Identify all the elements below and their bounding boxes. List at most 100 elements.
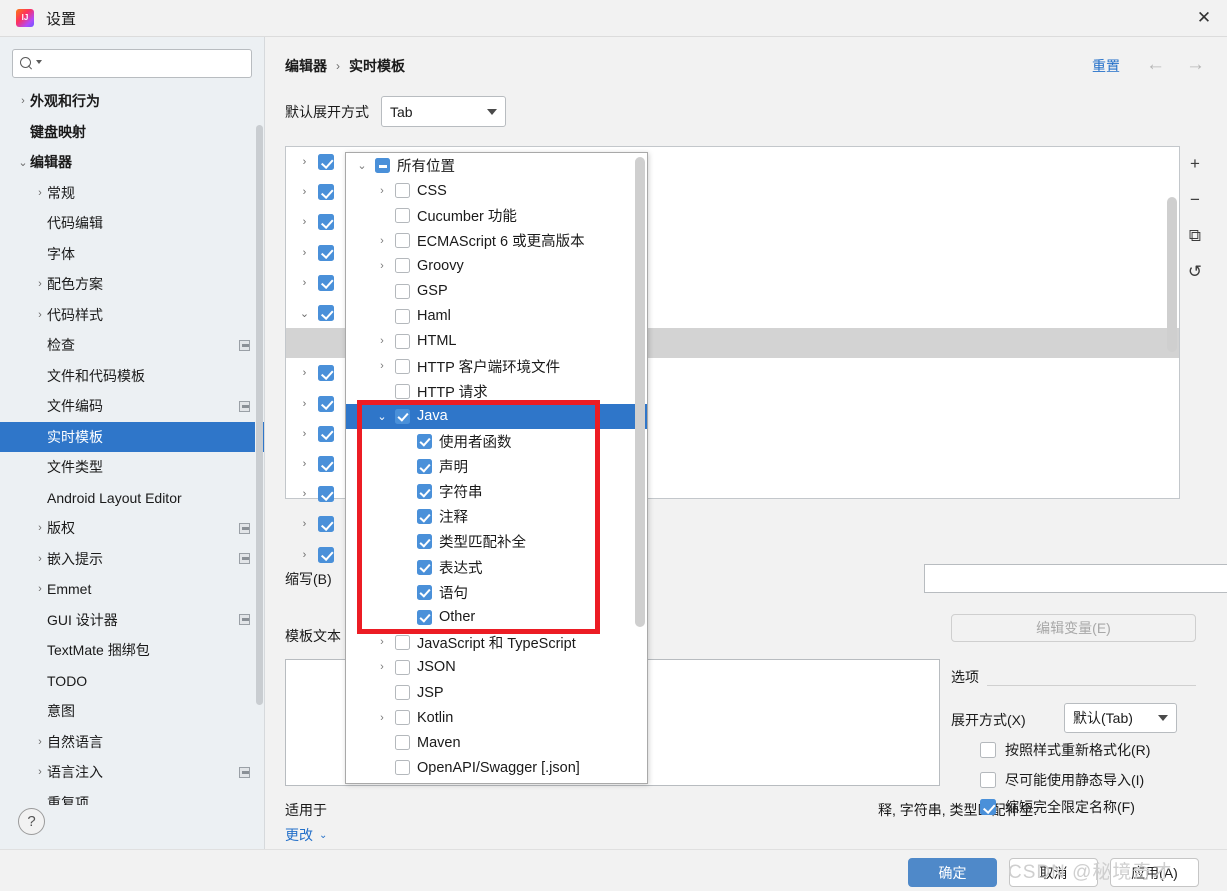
sidebar-item-15[interactable]: › 嵌入提示 — [0, 544, 264, 575]
chevron-right-icon[interactable]: › — [33, 309, 47, 321]
popup-row-checkbox[interactable] — [417, 584, 432, 600]
duplicate-icon[interactable]: ⧉ — [1185, 226, 1205, 246]
popup-row-checkbox[interactable] — [395, 383, 410, 399]
chevron-right-icon[interactable]: › — [299, 458, 310, 470]
sidebar-item-0[interactable]: › 外观和行为 — [0, 86, 264, 117]
sidebar-item-6[interactable]: › 配色方案 — [0, 269, 264, 300]
chevron-down-icon[interactable]: ⌄ — [16, 156, 30, 169]
reset-link[interactable]: 重置 — [1092, 56, 1120, 76]
popup-tree-row[interactable]: 声明 — [346, 454, 647, 479]
row-checkbox[interactable] — [318, 455, 334, 472]
option-static-import-row[interactable]: 尽可能使用静态导入(I) — [980, 770, 1144, 790]
breadcrumb-parent[interactable]: 编辑器 — [285, 56, 327, 76]
chevron-down-icon[interactable]: ⌄ — [356, 159, 368, 172]
option-shorten-fqn-checkbox[interactable] — [980, 799, 996, 815]
popup-row-checkbox[interactable] — [417, 434, 432, 450]
popup-tree-row[interactable]: 使用者函数 — [346, 429, 647, 454]
row-checkbox[interactable] — [318, 365, 334, 382]
popup-row-checkbox[interactable] — [395, 735, 410, 751]
sidebar-item-16[interactable]: › Emmet — [0, 574, 264, 605]
popup-row-checkbox[interactable] — [395, 760, 410, 776]
description-input[interactable] — [924, 564, 1227, 593]
option-reformat-row[interactable]: 按照样式重新格式化(R) — [980, 740, 1150, 760]
sidebar-item-4[interactable]: 代码编辑 — [0, 208, 264, 239]
popup-tree-row[interactable]: GSP — [346, 278, 647, 303]
popup-tree-row[interactable]: › HTML — [346, 329, 647, 354]
popup-tree-row[interactable]: OpenAPI/Swagger [.json] — [346, 755, 647, 780]
remove-icon[interactable]: − — [1185, 190, 1205, 210]
option-static-import-checkbox[interactable] — [980, 772, 996, 788]
row-checkbox[interactable] — [318, 395, 334, 412]
chevron-down-icon[interactable]: ⌄ — [299, 307, 310, 320]
chevron-right-icon[interactable]: › — [376, 260, 388, 272]
popup-row-checkbox[interactable] — [395, 634, 410, 650]
chevron-right-icon[interactable]: › — [299, 156, 310, 168]
chevron-right-icon[interactable]: › — [299, 216, 310, 228]
popup-tree-row[interactable]: HTTP 请求 — [346, 379, 647, 404]
apply-button[interactable]: 应用(A) — [1110, 858, 1199, 887]
popup-row-checkbox[interactable] — [395, 283, 410, 299]
templates-tree-scrollbar-thumb[interactable] — [1167, 197, 1177, 352]
sidebar-item-7[interactable]: › 代码样式 — [0, 300, 264, 331]
chevron-right-icon[interactable]: › — [299, 549, 310, 561]
sidebar-item-11[interactable]: 实时模板 — [0, 421, 264, 452]
sidebar-item-22[interactable]: › 语言注入 — [0, 757, 264, 788]
sidebar-item-18[interactable]: TextMate 捆绑包 — [0, 635, 264, 666]
chevron-right-icon[interactable]: › — [33, 187, 47, 199]
edit-variables-button[interactable]: 编辑变量(E) — [951, 614, 1196, 642]
popup-scrollbar-thumb[interactable] — [635, 157, 645, 627]
popup-row-checkbox[interactable] — [395, 685, 410, 701]
row-checkbox[interactable] — [318, 486, 334, 503]
popup-row-checkbox[interactable] — [417, 534, 432, 550]
chevron-right-icon[interactable]: › — [33, 766, 47, 778]
chevron-right-icon[interactable]: › — [33, 522, 47, 534]
help-button[interactable]: ? — [18, 808, 45, 835]
search-input[interactable] — [42, 55, 244, 72]
sidebar-scrollbar[interactable] — [255, 125, 263, 705]
popup-row-checkbox[interactable] — [395, 408, 410, 424]
option-reformat-checkbox[interactable] — [980, 742, 996, 758]
popup-row-checkbox[interactable] — [417, 459, 432, 475]
popup-tree-row[interactable]: › JSON — [346, 655, 647, 680]
default-expand-dropdown[interactable]: Tab — [381, 96, 506, 127]
popup-row-checkbox[interactable] — [417, 559, 432, 575]
popup-row-checkbox[interactable] — [395, 308, 410, 324]
row-checkbox[interactable] — [318, 244, 334, 261]
chevron-right-icon[interactable]: › — [299, 367, 310, 379]
popup-row-checkbox[interactable] — [395, 659, 410, 675]
chevron-right-icon[interactable]: › — [299, 398, 310, 410]
sidebar-item-14[interactable]: › 版权 — [0, 513, 264, 544]
popup-tree-row[interactable]: › Groovy — [346, 253, 647, 278]
popup-row-checkbox[interactable] — [395, 183, 410, 199]
popup-tree-row[interactable]: JSP — [346, 680, 647, 705]
popup-tree-row[interactable]: Haml — [346, 304, 647, 329]
chevron-right-icon[interactable]: › — [299, 186, 310, 198]
chevron-right-icon[interactable]: › — [376, 712, 388, 724]
chevron-right-icon[interactable]: › — [299, 518, 310, 530]
chevron-down-icon[interactable]: ⌄ — [376, 410, 388, 423]
sidebar-item-5[interactable]: 字体 — [0, 239, 264, 270]
popup-row-checkbox[interactable] — [395, 258, 410, 274]
chevron-right-icon[interactable]: › — [376, 360, 388, 372]
popup-tree-row[interactable]: › ECMAScript 6 或更高版本 — [346, 228, 647, 253]
popup-tree-row[interactable]: › HTTP 客户端环境文件 — [346, 354, 647, 379]
popup-row-checkbox[interactable] — [417, 484, 432, 500]
popup-row-checkbox[interactable] — [417, 509, 432, 525]
sidebar-item-10[interactable]: 文件编码 — [0, 391, 264, 422]
sidebar-item-1[interactable]: 键盘映射 — [0, 117, 264, 148]
popup-tree-row[interactable]: › CSS — [346, 178, 647, 203]
popup-tree-row[interactable]: Other — [346, 605, 647, 630]
row-checkbox[interactable] — [318, 305, 334, 322]
popup-tree-row[interactable]: Maven — [346, 730, 647, 755]
sidebar-item-21[interactable]: › 自然语言 — [0, 727, 264, 758]
chevron-right-icon[interactable]: › — [376, 335, 388, 347]
row-checkbox[interactable] — [318, 154, 334, 171]
popup-row-checkbox[interactable] — [395, 710, 410, 726]
popup-row-checkbox[interactable] — [417, 609, 432, 625]
chevron-right-icon[interactable]: › — [376, 661, 388, 673]
popup-row-checkbox[interactable] — [375, 158, 390, 174]
sidebar-item-13[interactable]: Android Layout Editor — [0, 483, 264, 514]
sidebar-item-17[interactable]: GUI 设计器 — [0, 605, 264, 636]
chevron-right-icon[interactable]: › — [33, 583, 47, 595]
popup-row-checkbox[interactable] — [395, 358, 410, 374]
